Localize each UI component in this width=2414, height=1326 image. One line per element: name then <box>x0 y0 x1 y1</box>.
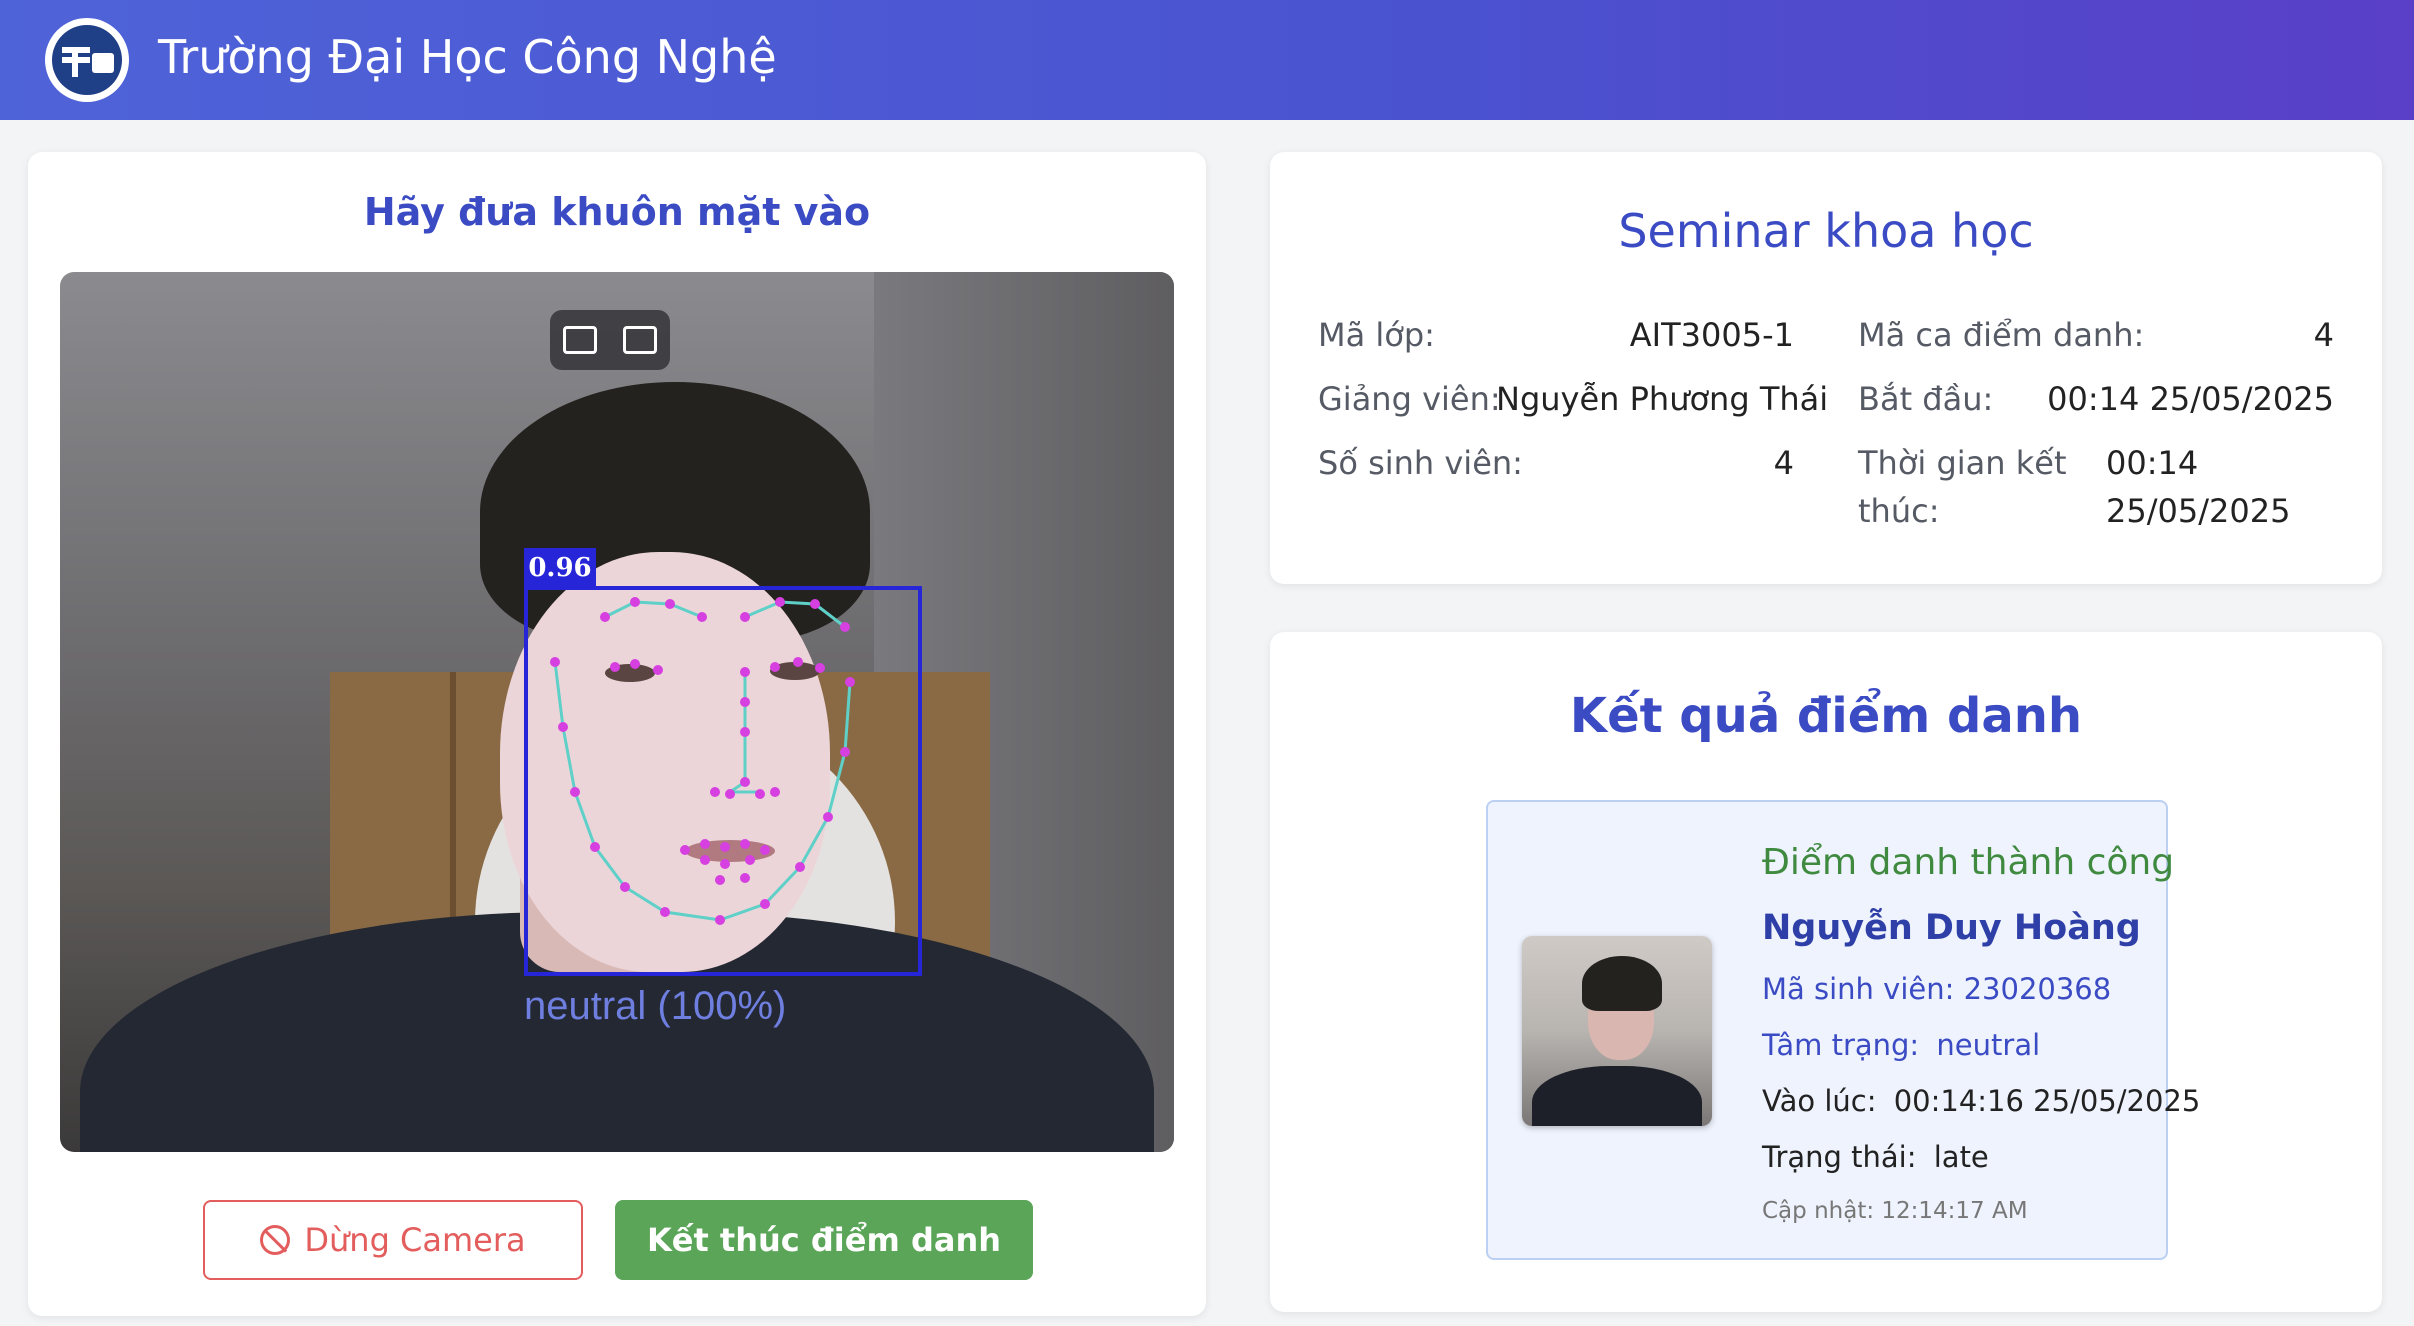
stop-camera-button[interactable]: Dừng Camera <box>203 1200 583 1280</box>
pip-icon[interactable] <box>563 326 597 354</box>
mood-label: Tâm trạng: <box>1762 1028 1920 1062</box>
mood-row: Tâm trạng: neutral <box>1762 1028 2040 1062</box>
detection-score: 0.96 <box>524 548 596 588</box>
camera-card: Hãy đưa khuôn mặt vào 0.96 neutral (100%… <box>28 152 1206 1316</box>
start-label: Bắt đầu: <box>1858 380 1994 418</box>
stop-camera-label: Dừng Camera <box>304 1221 526 1259</box>
result-title: Kết quả điểm danh <box>1569 688 2083 744</box>
checkin-time-value: 00:14:16 25/05/2025 <box>1893 1084 2201 1118</box>
student-name: Nguyễn Duy Hoàng <box>1762 908 2141 948</box>
end-attendance-button[interactable]: Kết thúc điểm danh <box>615 1200 1033 1280</box>
student-id-row: Mã sinh viên: 23020368 <box>1762 972 2111 1006</box>
end-label-line1: Thời gian kết <box>1858 444 2067 482</box>
updated-timestamp: Cập nhật: 12:14:17 AM <box>1762 1198 2028 1224</box>
end-time-value: 00:14 <box>2106 444 2199 482</box>
session-id-value: 4 <box>2313 316 2334 354</box>
success-message: Điểm danh thành công <box>1762 842 2175 883</box>
attendance-result-card: Kết quả điểm danh Điểm danh thành công N… <box>1270 632 2382 1312</box>
student-photo <box>1522 936 1712 1126</box>
header-title: Trường Đại Học Công Nghệ <box>158 30 777 84</box>
status-label: Trạng thái: <box>1762 1140 1917 1174</box>
lecturer-label: Giảng viên: <box>1318 380 1501 418</box>
mood-value: neutral <box>1936 1028 2041 1062</box>
student-id-label: Mã sinh viên: <box>1762 972 1955 1006</box>
status-value: late <box>1933 1140 1989 1174</box>
emotion-label: neutral (100%) <box>524 984 787 1028</box>
start-value: 00:14 25/05/2025 <box>2047 380 2334 418</box>
block-icon <box>260 1225 291 1255</box>
session-id-label: Mã ca điểm danh: <box>1858 316 2145 354</box>
checkin-time-label: Vào lúc: <box>1762 1084 1877 1118</box>
play-sparkle-icon[interactable] <box>623 326 657 354</box>
class-code-value: AIT3005-1 <box>1629 316 1794 354</box>
camera-feed: 0.96 neutral (100%) <box>60 272 1174 1152</box>
lecturer-value: Nguyễn Phương Thái <box>1496 380 1829 418</box>
face-bounding-box <box>524 586 922 976</box>
status-row: Trạng thái: late <box>1762 1140 1989 1174</box>
end-label-line2: thúc: <box>1858 492 1940 530</box>
end-date-value: 25/05/2025 <box>2106 492 2291 530</box>
checkin-time-row: Vào lúc: 00:14:16 25/05/2025 <box>1762 1084 2200 1118</box>
session-title: Seminar khoa học <box>1618 204 2034 258</box>
camera-instruction: Hãy đưa khuôn mặt vào <box>363 190 871 234</box>
video-overlay-controls <box>550 310 670 370</box>
student-count-label: Số sinh viên: <box>1318 444 1523 482</box>
session-info-card: Seminar khoa học Mã lớp: AIT3005-1 Giảng… <box>1270 152 2382 584</box>
app-header: Trường Đại Học Công Nghệ <box>0 0 2414 120</box>
result-entry: Điểm danh thành công Nguyễn Duy Hoàng Mã… <box>1486 800 2200 1260</box>
student-id-value: 23020368 <box>1963 972 2112 1006</box>
student-count-value: 4 <box>1773 444 1794 482</box>
university-logo <box>45 18 129 102</box>
class-code-label: Mã lớp: <box>1318 316 1435 354</box>
